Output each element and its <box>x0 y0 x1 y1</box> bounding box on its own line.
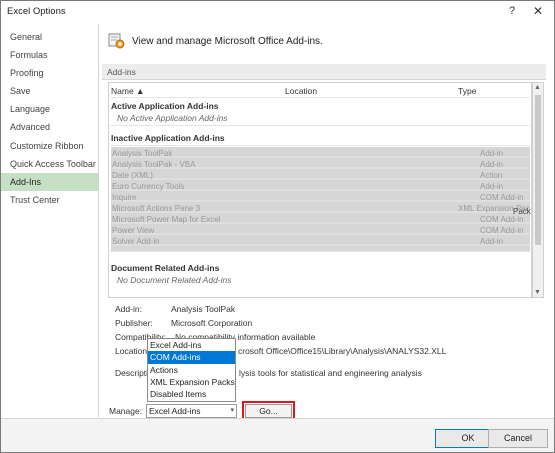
header-divider <box>110 97 530 98</box>
cancel-button[interactable]: Cancel <box>488 429 548 448</box>
close-button[interactable]: ✕ <box>527 3 549 20</box>
row-type: Add-in <box>480 182 504 191</box>
manage-dropdown-list[interactable]: Excel Add-ins COM Add-ins Actions XML Ex… <box>147 338 236 402</box>
panel-header: View and manage Microsoft Office Add-ins… <box>132 36 323 47</box>
group-divider <box>110 251 530 252</box>
group-document-add-ins: Document Related Add-ins <box>111 263 220 273</box>
row-name: Euro Currency Tools <box>112 182 185 191</box>
list-item[interactable]: Euro Currency Tools Add-in <box>110 182 530 192</box>
list-item[interactable]: Microsoft Actions Pane 3 XML Expansion Pa… <box>110 204 530 214</box>
row-type: COM Add-in <box>480 226 524 235</box>
manage-label: Manage: <box>109 406 143 416</box>
active-add-ins-empty: No Active Application Add-ins <box>117 113 228 123</box>
row-type: Add-in <box>480 149 504 158</box>
add-ins-list[interactable]: Name ▲ Location Type Active Application … <box>108 82 532 298</box>
sidebar-item-customize-ribbon[interactable]: Customize Ribbon <box>1 137 98 155</box>
list-item[interactable]: Microsoft Power Map for Excel COM Add-in <box>110 215 530 225</box>
column-header-location[interactable]: Location <box>285 86 317 96</box>
list-item[interactable]: Power View COM Add-in <box>110 226 530 236</box>
row-name: Solver Add-in <box>112 237 160 246</box>
dropdown-option-disabled-items[interactable]: Disabled Items <box>148 388 235 401</box>
window-title: Excel Options <box>7 6 66 17</box>
sidebar-item-advanced[interactable]: Advanced <box>1 118 98 136</box>
group-inactive-add-ins: Inactive Application Add-ins <box>111 133 225 143</box>
sidebar-item-quick-access-toolbar[interactable]: Quick Access Toolbar <box>1 155 98 173</box>
group-divider <box>110 145 530 146</box>
row-name: Power View <box>112 226 155 235</box>
group-divider <box>110 125 530 126</box>
scrollbar-thumb[interactable] <box>535 95 541 245</box>
scroll-up-icon[interactable]: ▲ <box>534 84 541 91</box>
detail-value-description: lysis tools for statistical and engineer… <box>239 368 422 378</box>
title-bar: Excel Options ? ✕ <box>1 1 554 23</box>
list-item[interactable]: Solver Add-in Add-in <box>110 237 530 247</box>
detail-value-publisher: Microsoft Corporation <box>171 318 253 328</box>
detail-value-add-in: Analysis ToolPak <box>171 304 236 314</box>
scroll-down-icon[interactable]: ▼ <box>534 289 541 296</box>
list-item[interactable]: Analysis ToolPak Add-in <box>110 149 530 159</box>
add-ins-gear-icon <box>108 33 125 49</box>
row-type: COM Add-in <box>480 215 524 224</box>
row-type: COM Add-in <box>480 193 524 202</box>
list-item[interactable]: Inquire COM Add-in <box>110 193 530 203</box>
help-button[interactable]: ? <box>501 3 523 20</box>
sidebar-item-language[interactable]: Language <box>1 100 98 118</box>
list-scrollbar[interactable]: ▲ ▼ <box>532 82 544 298</box>
detail-value-location: crosoft Office\Office15\Library\Analysis… <box>238 346 447 356</box>
row-type: Add-in <box>480 160 504 169</box>
detail-label-add-in: Add-in: <box>115 304 142 314</box>
row-name: Microsoft Actions Pane 3 <box>112 204 201 213</box>
detail-label-publisher: Publisher: <box>115 318 153 328</box>
go-button[interactable]: Go... <box>245 404 292 418</box>
group-active-add-ins: Active Application Add-ins <box>111 101 219 111</box>
detail-label-location: Location: <box>115 346 150 356</box>
row-name: Date (XML) <box>112 171 153 180</box>
sidebar-item-formulas[interactable]: Formulas <box>1 46 98 64</box>
sidebar-item-trust-center[interactable]: Trust Center <box>1 191 98 209</box>
add-ins-panel: View and manage Microsoft Office Add-ins… <box>100 24 554 421</box>
list-item[interactable]: Date (XML) Action <box>110 171 530 181</box>
excel-options-dialog: Excel Options ? ✕ General Formulas Proof… <box>0 0 555 453</box>
manage-select[interactable]: Excel Add-ins ▾ <box>146 404 237 418</box>
row-name: Analysis ToolPak <box>112 149 173 158</box>
column-header-type[interactable]: Type <box>458 86 476 96</box>
sidebar-item-proofing[interactable]: Proofing <box>1 64 98 82</box>
row-name: Inquire <box>112 193 137 202</box>
row-name: Analysis ToolPak - VBA <box>112 160 196 169</box>
pack-label: Pack <box>513 207 531 216</box>
section-title: Add-ins <box>107 67 136 77</box>
dialog-footer: OK Cancel <box>1 418 554 452</box>
manage-select-value: Excel Add-ins <box>149 406 201 416</box>
add-ins-section-bar: Add-ins <box>102 64 546 80</box>
row-name: Microsoft Power Map for Excel <box>112 215 221 224</box>
dropdown-option-com-add-ins[interactable]: COM Add-ins <box>148 351 235 364</box>
document-add-ins-empty: No Document Related Add-ins <box>117 275 232 285</box>
sidebar-item-add-ins[interactable]: Add-Ins <box>1 173 98 191</box>
row-type: Action <box>480 171 503 180</box>
column-header-name[interactable]: Name ▲ <box>111 86 144 96</box>
row-type: Add-in <box>480 237 504 246</box>
sidebar-item-general[interactable]: General <box>1 28 98 46</box>
list-item[interactable]: Analysis ToolPak - VBA Add-in <box>110 160 530 170</box>
sidebar-item-save[interactable]: Save <box>1 82 98 100</box>
chevron-down-icon[interactable]: ▾ <box>230 406 234 414</box>
options-sidebar: General Formulas Proofing Save Language … <box>1 24 99 417</box>
